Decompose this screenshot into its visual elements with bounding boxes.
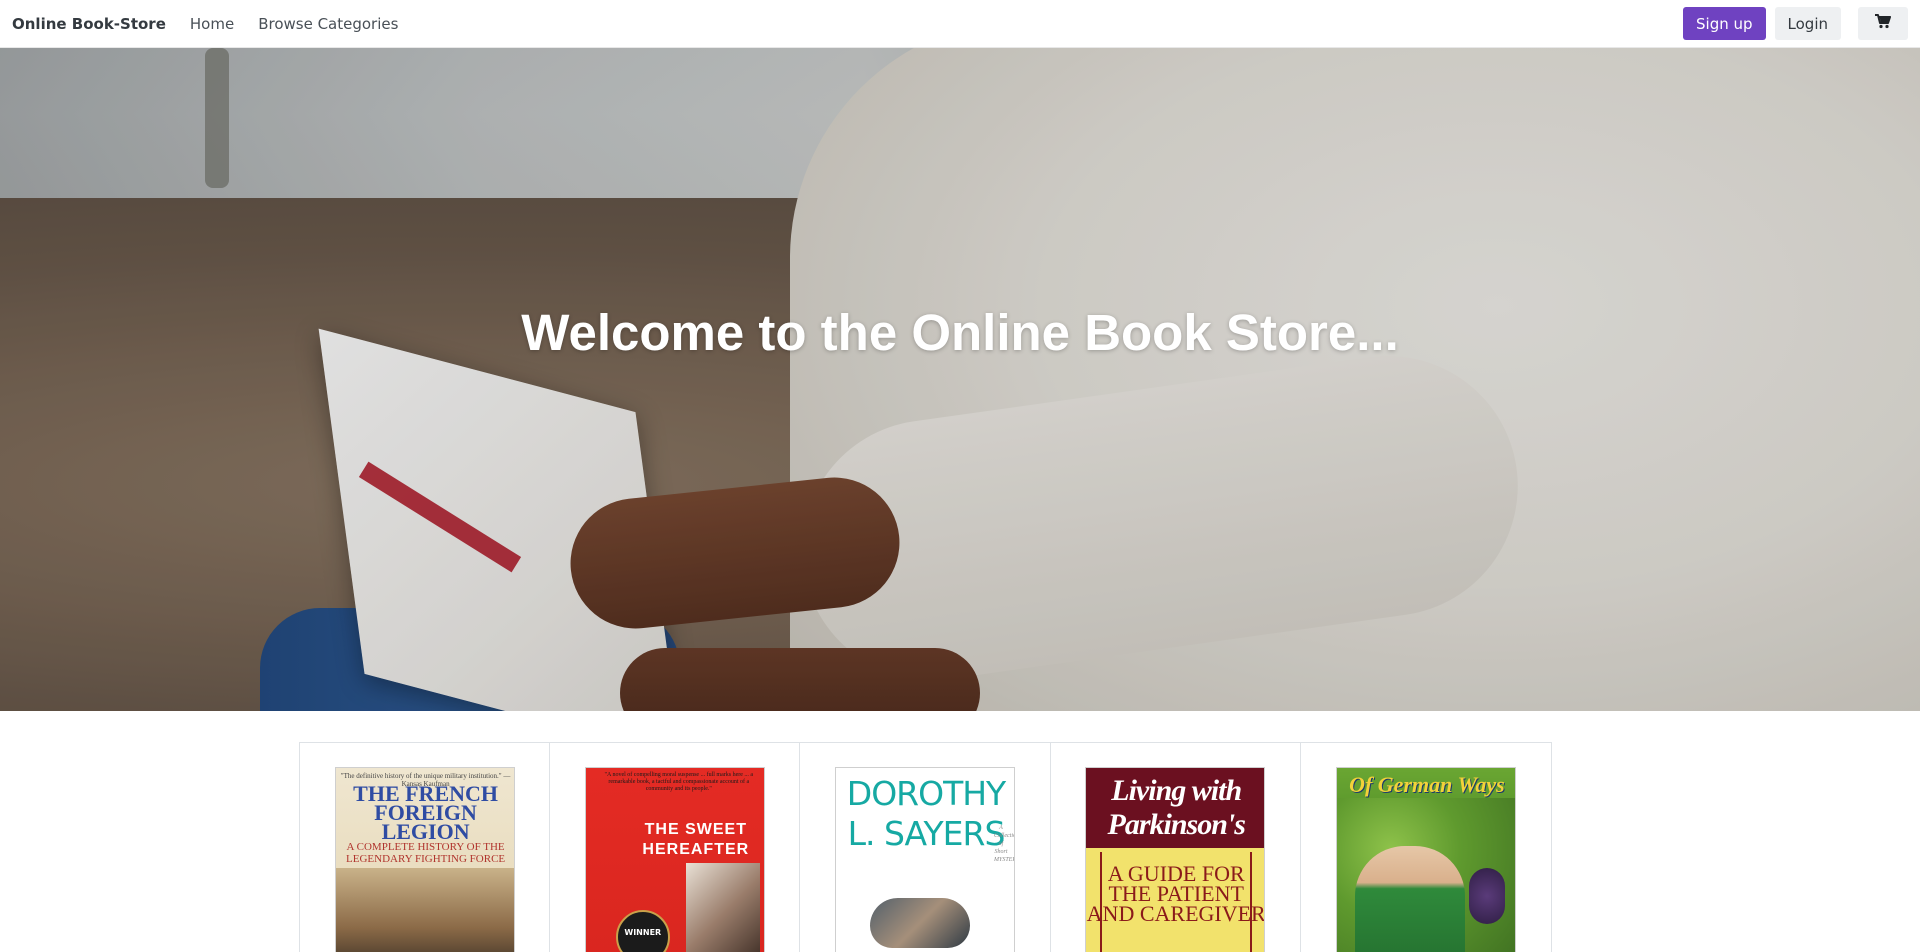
cart-button[interactable]: [1858, 7, 1908, 40]
book-cover-side-text: A Collection of Short MYSTERIES: [994, 825, 1014, 863]
shopping-cart-icon: [1875, 14, 1891, 33]
book-card[interactable]: "The definitive history of the unique mi…: [300, 743, 551, 952]
hero-banner: Welcome to the Online Book Store...: [0, 48, 1920, 711]
book-cover-quote: "A novel of compelling moral suspense ..…: [604, 772, 754, 792]
book-cover-title: DOROTHY L. SAYERS: [846, 774, 1006, 853]
book-cover-subtitle: A COMPLETE HISTORY OF THE LEGENDARY FIGH…: [346, 841, 506, 865]
book-cover-image[interactable]: "The definitive history of the unique mi…: [334, 767, 515, 952]
nav-link-browse-categories[interactable]: Browse Categories: [258, 15, 398, 33]
book-cover-illustration: [335, 868, 514, 952]
book-cover-subtitle: A GUIDE FOR THE PATIENT AND CAREGIVER: [1086, 861, 1266, 926]
book-card[interactable]: Of German Ways: [1301, 743, 1551, 952]
book-cover-image[interactable]: Of German Ways: [1335, 767, 1516, 952]
book-cover-title: THE SWEET HEREAFTER: [642, 821, 750, 858]
book-cover-image[interactable]: DOROTHY L. SAYERS A Collection of Short …: [835, 767, 1015, 952]
book-cover-title: THE FRENCH FOREIGN LEGION: [353, 781, 499, 844]
brand-link[interactable]: Online Book-Store: [12, 15, 166, 33]
book-cover-image[interactable]: Living with Parkinson's A GUIDE FOR THE …: [1085, 767, 1266, 952]
book-cover-illustration: [870, 898, 970, 948]
book-card[interactable]: DOROTHY L. SAYERS A Collection of Short …: [800, 743, 1051, 952]
hero-overlay: [0, 48, 1920, 711]
book-grid: "The definitive history of the unique mi…: [299, 742, 1552, 952]
hero-title: Welcome to the Online Book Store...: [521, 304, 1399, 361]
book-cover-illustration: [1354, 846, 1465, 952]
login-button[interactable]: Login: [1774, 7, 1841, 40]
award-badge-label: WINNER: [624, 928, 662, 937]
book-cover-image[interactable]: "A novel of compelling moral suspense ..…: [584, 767, 765, 952]
nav-link-home[interactable]: Home: [190, 15, 234, 33]
book-cover-photo: [685, 863, 760, 952]
book-card[interactable]: "A novel of compelling moral suspense ..…: [550, 743, 801, 952]
nav-actions: Sign up Login: [1683, 7, 1908, 40]
book-cover-title: Living with Parkinson's: [1107, 774, 1246, 841]
top-navbar: Online Book-Store Home Browse Categories…: [0, 0, 1920, 48]
signup-button[interactable]: Sign up: [1683, 7, 1766, 40]
book-cover-grapes: [1468, 868, 1505, 924]
book-cover-title: Of German Ways: [1349, 772, 1505, 797]
book-card[interactable]: Living with Parkinson's A GUIDE FOR THE …: [1051, 743, 1301, 952]
